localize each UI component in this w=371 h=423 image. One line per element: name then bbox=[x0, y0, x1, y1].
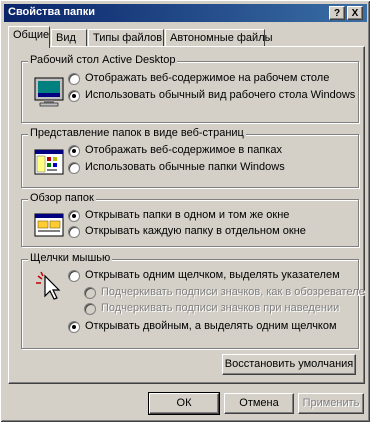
help-button[interactable]: ? bbox=[329, 6, 345, 20]
radio-button[interactable] bbox=[68, 162, 80, 174]
tab-file-types[interactable]: Типы файлов bbox=[88, 29, 164, 47]
mouse-click-group: Щелчки мышью Открывать одним щелчком, вы… bbox=[21, 252, 365, 349]
radio-button[interactable] bbox=[68, 270, 80, 282]
radio-button[interactable] bbox=[84, 287, 96, 299]
radio-label: Подчеркивать подписи значков, как в обоз… bbox=[101, 286, 365, 298]
tab-strip: Общие Вид Типы файлов Автономные файлы bbox=[8, 25, 368, 48]
title-bar[interactable]: Свойства папки ? X bbox=[4, 4, 367, 22]
tab-label: Типы файлов bbox=[93, 32, 163, 44]
tab-label: Автономные файлы bbox=[170, 32, 273, 44]
radio-label: Открывать каждую папку в отдельном окне bbox=[85, 225, 306, 237]
group-title: Щелчки мышью bbox=[28, 252, 113, 264]
general-tab-panel: Рабочий стол Active Desktop Отображать в… bbox=[8, 46, 365, 384]
active-desktop-group: Рабочий стол Active Desktop Отображать в… bbox=[21, 54, 359, 123]
tab-offline-files[interactable]: Автономные файлы bbox=[165, 29, 273, 47]
tab-general[interactable]: Общие bbox=[8, 26, 50, 48]
radio-button[interactable] bbox=[68, 73, 80, 85]
radio-button[interactable] bbox=[68, 210, 80, 222]
folder-web-view-icon bbox=[34, 149, 64, 175]
tab-label: Вид bbox=[56, 32, 76, 44]
tab-view[interactable]: Вид bbox=[51, 29, 87, 47]
desktop-monitor-icon bbox=[34, 77, 64, 107]
mouse-click-cursor-icon bbox=[36, 271, 61, 300]
radio-label: Использовать обычные папки Windows bbox=[85, 161, 285, 173]
browse-folders-icon bbox=[34, 213, 64, 237]
ok-button[interactable]: ОК bbox=[148, 392, 220, 415]
radio-button[interactable] bbox=[68, 321, 80, 333]
radio-label: Подчеркивать подписи значков при наведен… bbox=[101, 302, 340, 314]
group-title: Рабочий стол Active Desktop bbox=[28, 54, 178, 66]
group-title: Представление папок в виде веб-страниц bbox=[28, 127, 246, 139]
folder-options-dialog: Свойства папки ? X Общие Вид Типы файлов… bbox=[0, 0, 371, 423]
close-button[interactable]: X bbox=[347, 6, 363, 20]
radio-button[interactable] bbox=[68, 145, 80, 157]
group-title: Обзор папок bbox=[28, 192, 96, 204]
apply-button[interactable]: Применить bbox=[298, 393, 364, 414]
radio-label: Открывать одним щелчком, выделять указат… bbox=[85, 269, 340, 281]
radio-button[interactable] bbox=[68, 226, 80, 238]
radio-label: Использовать обычный вид рабочего стола … bbox=[85, 89, 356, 101]
radio-label: Открывать двойным, а выделять одним щелч… bbox=[85, 320, 337, 332]
radio-label: Отображать веб-содержимое в папках bbox=[85, 144, 282, 156]
tab-label: Общие bbox=[13, 29, 50, 41]
radio-button[interactable] bbox=[84, 303, 96, 315]
cancel-button[interactable]: Отмена bbox=[224, 393, 294, 414]
browse-folders-group: Обзор папок Открывать папки в одном и то… bbox=[21, 192, 359, 247]
radio-label: Открывать папки в одном и том же окне bbox=[85, 209, 290, 221]
radio-label: Отображать веб-содержимое на рабочем сто… bbox=[85, 72, 330, 84]
web-view-group: Представление папок в виде веб-страниц О… bbox=[21, 127, 359, 188]
restore-defaults-button[interactable]: Восстановить умолчания bbox=[222, 354, 356, 375]
window-title: Свойства папки bbox=[8, 6, 96, 18]
radio-button[interactable] bbox=[68, 90, 80, 102]
